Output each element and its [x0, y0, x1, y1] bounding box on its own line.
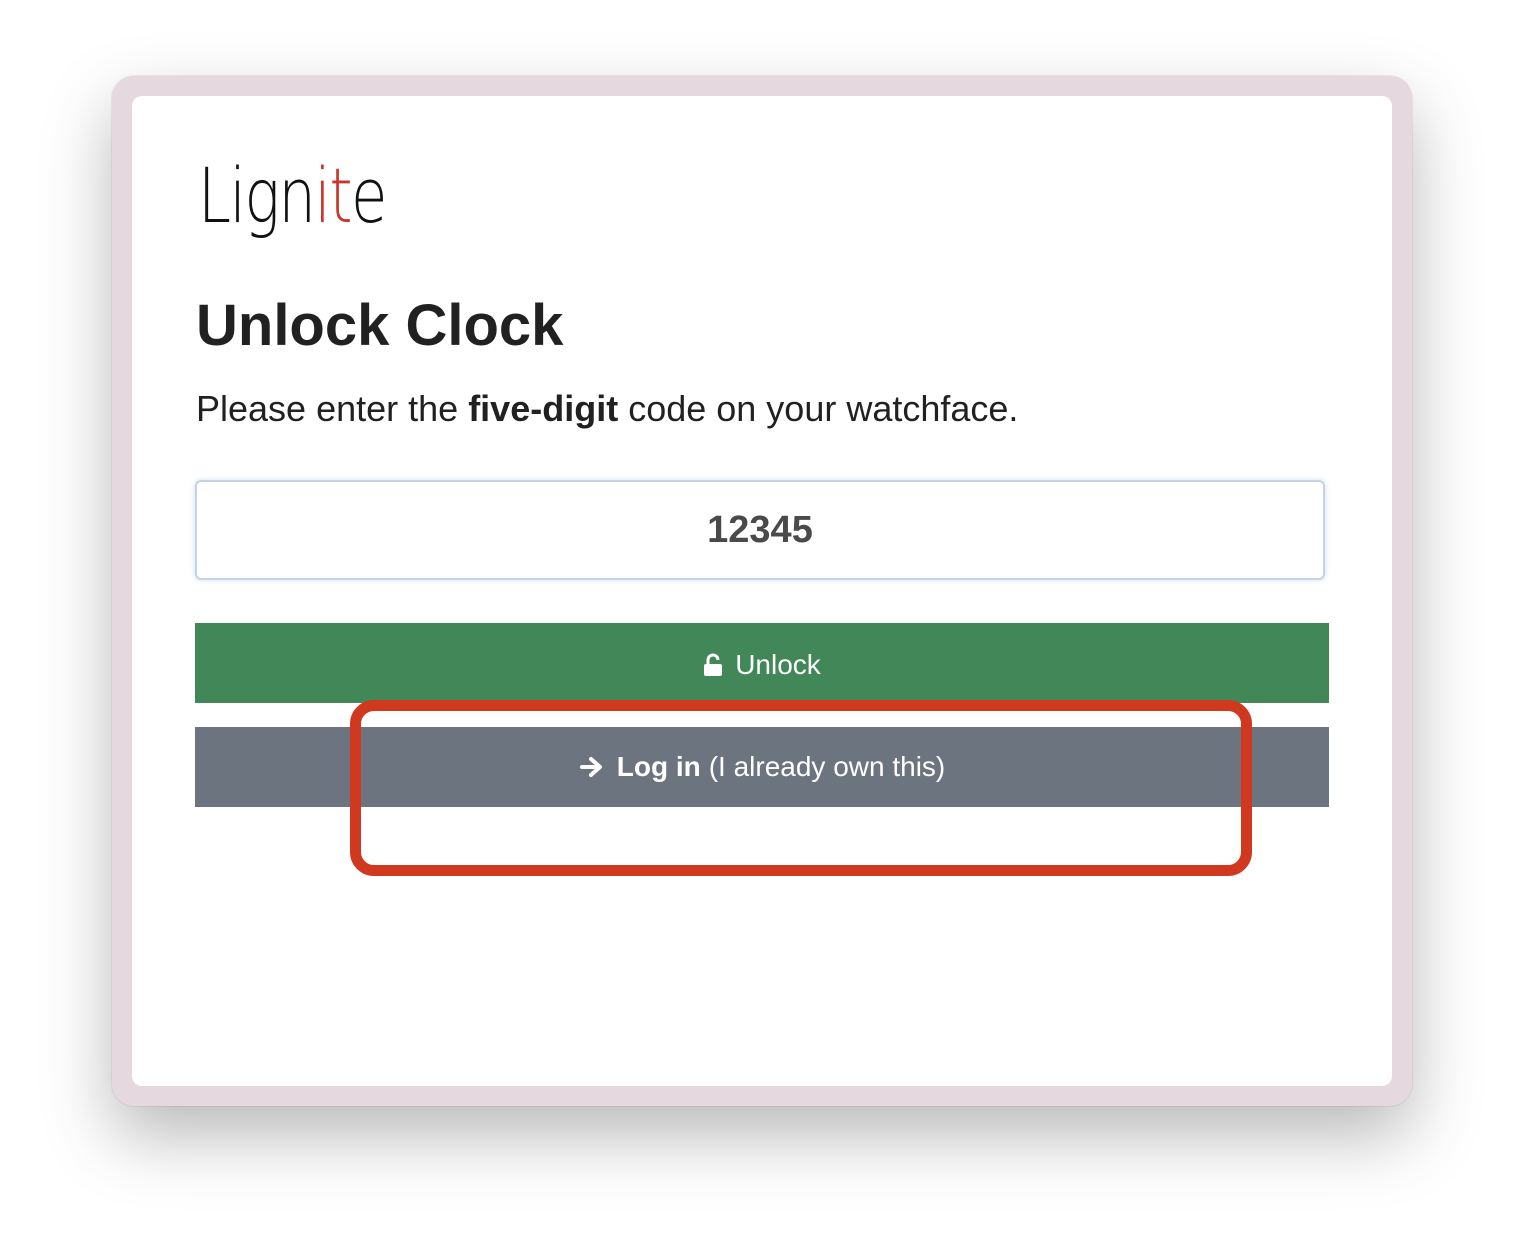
unlock-button-label: Unlock [735, 649, 821, 680]
logo-text-part: e [351, 151, 387, 240]
page-title: Unlock Clock [196, 293, 564, 358]
arrow-right-icon [579, 755, 605, 779]
login-button-sublabel: (I already own this) [708, 751, 946, 782]
lignite-logo: Lignite [198, 158, 387, 234]
logo-text-part: Lign [198, 151, 316, 240]
instruction-bold: five-digit [468, 388, 619, 429]
instruction-part: code on your watchface. [618, 388, 1019, 429]
login-button[interactable]: Log in (I already own this) [195, 727, 1329, 807]
unlock-button[interactable]: Unlock [195, 623, 1329, 703]
unlock-icon [703, 653, 723, 677]
unlock-card: Lignite Unlock Clock Please enter the fi… [132, 96, 1392, 1086]
login-button-label: Log in [616, 751, 701, 782]
logo-accent-part: it [314, 151, 352, 240]
instruction-text: Please enter the five-digit code on your… [196, 388, 1018, 430]
window-frame: Lignite Unlock Clock Please enter the fi… [112, 76, 1412, 1106]
unlock-code-input[interactable] [195, 480, 1325, 580]
instruction-part: Please enter the [196, 388, 469, 429]
